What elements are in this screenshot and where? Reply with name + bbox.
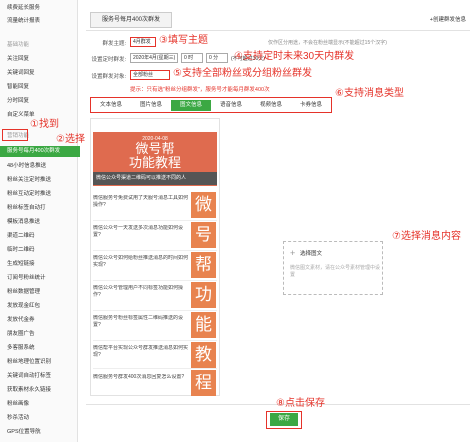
- sidebar-item-short-link[interactable]: 生成短链接: [0, 259, 78, 270]
- sidebar-item-mass-send[interactable]: 服务号每月400次群发: [0, 146, 80, 157]
- sidebar-item-renew[interactable]: 续费延长服务: [0, 3, 78, 14]
- sidebar-item-cash-redpack[interactable]: 发放现金红包: [0, 301, 78, 312]
- time-label: 设置定时群发:: [91, 57, 126, 63]
- article-item-7: 微信服务号群发400次消息回复怎么设置?: [93, 374, 185, 380]
- tab-voice[interactable]: 语音信息: [211, 100, 251, 111]
- sidebar-item-template-message[interactable]: 模板消息推送: [0, 217, 78, 228]
- annotation-save: ⑧点击保存: [276, 398, 325, 409]
- article-divider: [93, 310, 217, 311]
- sidebar-item-channel-qr[interactable]: 渠道二维码: [0, 231, 78, 242]
- annotation-select-content: ⑦选择消息内容: [392, 231, 461, 242]
- article-thumb-2: 号: [191, 222, 216, 248]
- sidebar-item-gps-nav[interactable]: GPS位置导航: [0, 427, 78, 438]
- tab-card[interactable]: 卡券信息: [291, 100, 331, 111]
- tab-news[interactable]: 图文信息: [171, 100, 211, 111]
- annotation-theme: ③填写主题: [159, 35, 208, 46]
- sidebar-item-keyword-tag[interactable]: 关键词自动打标签: [0, 371, 78, 382]
- article-divider: [93, 340, 217, 341]
- article-item-3: 微信公众号如何给粉丝推送消息的时间如何实现?: [93, 255, 189, 268]
- tab-image[interactable]: 图片信息: [131, 100, 171, 111]
- article-thumb-6: 教: [191, 342, 216, 368]
- annotation-box-marketing: [2, 129, 28, 141]
- divider: [86, 30, 470, 31]
- cover-caption: 微信公众号渠道二维码可以推送不同的人: [93, 172, 217, 185]
- annotation-time: ④支持定时未来30天内群发: [234, 51, 355, 62]
- target-select[interactable]: 全部粉丝: [130, 70, 170, 80]
- tab-mass-send[interactable]: 服务号每月400次群发: [90, 12, 172, 28]
- sidebar-item-multi-service[interactable]: 多客服系统: [0, 343, 78, 354]
- tab-video[interactable]: 视频信息: [251, 100, 291, 111]
- article-thumb-4: 功: [191, 282, 216, 308]
- theme-label: 群发主题:: [102, 41, 126, 47]
- sidebar-item-moments-ads[interactable]: 朋友圈广告: [0, 329, 78, 340]
- sidebar: 续费延长服务 流量统计报表 基础功能 关注回复 关键词回复 智能回复 分时回复 …: [0, 0, 80, 442]
- article-thumb-3: 帮: [191, 252, 216, 278]
- annotation-find: ①找到: [30, 119, 59, 130]
- annotation-types: ⑥支持消息类型: [335, 88, 404, 99]
- date-select[interactable]: 2020年4月(星期三): [130, 53, 178, 63]
- sidebar-item-sub-stats[interactable]: 订阅号粉丝统计: [0, 273, 78, 284]
- article-item-6: 微信帮平台实现公众号群发推送消息如何实现?: [93, 345, 189, 358]
- article-divider: [93, 368, 217, 369]
- sidebar-item-fan-data[interactable]: 粉丝数据管理: [0, 287, 78, 298]
- sidebar-item-48h-push[interactable]: 48小时信息推送: [0, 161, 78, 172]
- hour-select[interactable]: 0 时: [181, 53, 203, 63]
- annotation-select: ②选择: [56, 134, 85, 145]
- tab-text[interactable]: 文本信息: [91, 100, 131, 111]
- article-thumb-7: 程: [191, 370, 216, 396]
- select-news-title[interactable]: 选择图文: [300, 249, 322, 257]
- sidebar-item-timed-reply[interactable]: 分时回复: [0, 96, 78, 107]
- article-item-4: 微信公众号管理用户不同标签功能如何操作?: [93, 285, 184, 298]
- article-item-1: 微信服务号免费试用了天服号消息工具如何操作?: [93, 195, 189, 208]
- sidebar-item-auto-tag[interactable]: 粉丝标签自动打: [0, 203, 78, 214]
- sidebar-item-geo-detect[interactable]: 粉丝地理位置识别: [0, 357, 78, 368]
- article-divider: [93, 250, 217, 251]
- sidebar-item-interact-timed-push[interactable]: 粉丝互动定时推送: [0, 189, 78, 200]
- sidebar-item-smart-reply[interactable]: 智能回复: [0, 82, 78, 93]
- article-item-2: 微信公众号一天发送多次消息功能如何设置?: [93, 225, 184, 238]
- cover-title-line2: 功能教程: [128, 155, 181, 170]
- article-divider: [93, 280, 217, 281]
- annotation-target: ⑤支持全部粉丝或分组粉丝群发: [173, 68, 312, 79]
- sidebar-item-flash-sale[interactable]: 秒杀活动: [0, 413, 78, 424]
- minute-select[interactable]: 0 分: [206, 53, 228, 63]
- cover-title-line1: 微号帮: [135, 141, 175, 156]
- sidebar-group-basic: 基础功能: [7, 42, 30, 48]
- article-thumb-5: 能: [191, 312, 216, 338]
- sidebar-item-temp-qr[interactable]: 临时二维码: [0, 245, 78, 256]
- sidebar-item-voucher[interactable]: 发放代金券: [0, 315, 78, 326]
- sidebar-item-follow-timed-push[interactable]: 粉丝关注定时推送: [0, 175, 78, 186]
- message-type-tabs: 文本信息 图片信息 图文信息 语音信息 视频信息 卡券信息: [91, 100, 331, 111]
- theme-hint: 仅作区分用途，不会在粉丝端显示(不能超过15个汉字): [268, 40, 387, 46]
- select-news-panel[interactable]: + 选择图文 微信图文素材，请在公众号素材管理中设置: [283, 241, 383, 295]
- mass-send-tip: 提示：只有选"粉丝分组群发"，服务号才能每月群发400次: [130, 87, 270, 93]
- theme-input[interactable]: 4月群发: [130, 37, 156, 47]
- sidebar-item-follow-reply[interactable]: 关注回复: [0, 54, 78, 65]
- target-label: 设置群发对象:: [91, 74, 126, 80]
- create-mass-send-link[interactable]: +创建群发信息: [430, 15, 466, 23]
- select-news-desc: 微信图文素材，请在公众号素材管理中设置: [290, 265, 381, 278]
- article-thumb-1: 微: [191, 192, 216, 218]
- plus-icon: +: [290, 248, 296, 258]
- sidebar-item-keyword-reply[interactable]: 关键词回复: [0, 68, 78, 79]
- sidebar-item-fan-portrait[interactable]: 粉丝画像: [0, 399, 78, 410]
- article-divider: [93, 220, 217, 221]
- save-button[interactable]: 保存: [270, 413, 298, 426]
- article-item-5: 微信服务号粉丝标签属性二维码推送的设置?: [93, 315, 184, 328]
- sidebar-item-traffic-report[interactable]: 流量统计报表: [0, 16, 78, 27]
- sidebar-item-permanent-link[interactable]: 获取素材永久链接: [0, 385, 78, 396]
